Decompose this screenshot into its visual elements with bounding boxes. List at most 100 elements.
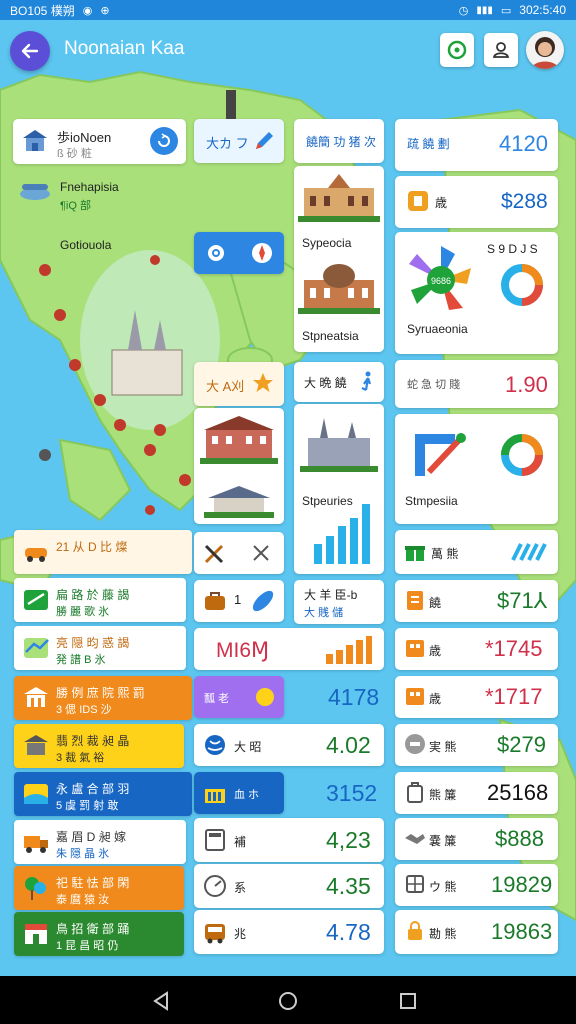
list-item-r1-title: 21 从 D 比 燦 <box>56 540 128 554</box>
globe-icon <box>205 735 225 755</box>
right-row-rr6-label: 嚢 簾 <box>429 834 457 848</box>
mid-row-m7[interactable]: 補 4,23 <box>194 818 384 862</box>
nav-recents-icon[interactable] <box>398 991 418 1011</box>
col3-caption-2: Stpneatsia <box>302 329 359 343</box>
place-card-1-title: 歩ioNoen <box>57 130 112 145</box>
beach-icon <box>24 784 48 804</box>
col3-sub-header-label: 大 晩 饒 <box>304 376 347 390</box>
col3-sub-header[interactable]: 大 晩 饒 <box>294 362 384 402</box>
mid-row-m9[interactable]: 兆 4.78 <box>194 910 384 954</box>
app-title: Noonaian Kaa <box>64 38 185 59</box>
list-item-r6[interactable]: 永 盧 合 部 羽 5 虞 罰 射 敢 <box>14 772 192 816</box>
col4-row-2[interactable]: 蛇 急 切 賤 1.90 <box>395 360 558 408</box>
pinwheel-center-label: 9686 <box>431 276 451 286</box>
mid-row-m3-value: MI6Ɱ <box>216 639 270 662</box>
avatar[interactable] <box>526 31 564 69</box>
col4-header-card[interactable]: 疏 饒 劃 4120 <box>395 119 558 171</box>
building-icon <box>23 130 47 151</box>
col3-stats-card[interactable]: Stpeuries <box>294 404 384 574</box>
col2-tile-3[interactable]: 大 A刈 <box>194 362 284 406</box>
tools-icon <box>204 544 224 564</box>
speedometer-icon <box>204 875 226 897</box>
mid-row-m9-value: 4.78 <box>326 919 371 945</box>
right-row-rr3[interactable]: 歳 *1717 <box>395 676 558 718</box>
col3-caption-1: Sypeocia <box>302 236 352 250</box>
col2-image-card[interactable] <box>194 408 284 524</box>
list-item-r4[interactable]: 勝 例 庶 院 熙 罰 3 偲 IDS 沙 <box>14 676 192 720</box>
list-item-r1[interactable]: 21 从 D 比 燦 <box>14 530 192 574</box>
target-button[interactable] <box>440 33 474 67</box>
col3-label-card[interactable]: 大 羊 臣-b 大 賎 儲 <box>294 580 384 624</box>
col2-tile-settings[interactable] <box>194 232 284 274</box>
mid-row-m7-value: 4,23 <box>326 827 371 853</box>
mid-row-m2[interactable]: 1 <box>194 580 284 622</box>
avatar-image <box>531 37 559 69</box>
mid-row-m8-label: 系 <box>234 881 247 895</box>
right-row-rr1[interactable]: 饒 $71⅄ <box>395 580 558 622</box>
list-item-r6-title: 永 盧 合 部 羽 <box>56 782 130 796</box>
right-row-rr4[interactable]: 実 熊 $279 <box>395 724 558 766</box>
list-item-r8[interactable]: 祀 駐 怯 部 閑 泰 麿 猿 汝 <box>14 866 184 910</box>
mid-row-m3[interactable]: MI6Ɱ <box>194 628 384 670</box>
right-row-rr6-value: $888 <box>495 826 544 851</box>
list-item-r4-title: 勝 例 庶 院 熙 罰 <box>56 686 145 700</box>
list-item-r8-sub: 泰 麿 猿 汝 <box>56 894 110 906</box>
status-bar: BO105 樸朔 ◉ ⊕ ◷ ▮▮▮ ▭ 302:5:40 <box>0 0 576 20</box>
place-label-3[interactable]: Gotiouola <box>32 234 152 256</box>
mid-row-m6-label: 血 ホ <box>234 789 260 801</box>
close-icon[interactable] <box>250 542 272 564</box>
col4-row-2-value: 1.90 <box>505 372 548 397</box>
list-item-r5[interactable]: 翡 烈 裁 昶 晶 3 裁 氣 裕 <box>14 724 184 768</box>
hotel-icon <box>406 640 424 657</box>
right-row-rr3-label: 歳 <box>429 692 442 706</box>
list-item-r9[interactable]: 鳥 招 衛 部 踊 1 昆 昌 昭 仍 <box>14 912 184 956</box>
mid-row-m6-value: 3152 <box>326 780 378 806</box>
col2-tile-1[interactable]: 大カ フ <box>194 119 284 163</box>
col4-header-value: 4120 <box>499 131 548 156</box>
mid-row-m5-value: 4.02 <box>326 732 371 758</box>
place-card-1[interactable]: 歩ioNoen ß 砂 粧 <box>13 119 186 164</box>
list-item-r9-title: 鳥 招 衛 部 踊 <box>56 922 130 936</box>
right-row-rr7-label: ウ 熊 <box>429 880 457 894</box>
col3-header[interactable]: 饒簡 功 猪 次 <box>294 119 384 163</box>
col4-row-3[interactable]: 萬 熊 <box>395 530 558 574</box>
mid-row-m6-tag[interactable]: 血 ホ <box>194 772 284 814</box>
status-time: BO105 樸朔 <box>10 3 75 18</box>
right-row-rr4-value: $279 <box>497 732 546 757</box>
profile-button[interactable] <box>484 33 518 67</box>
col4-row-1[interactable]: 歳 $288 <box>395 176 558 228</box>
mid-row-m4-tag[interactable]: 瓢 老 <box>194 676 284 718</box>
col4-row-1-value: $288 <box>501 190 548 213</box>
right-row-rr6[interactable]: 嚢 簾 $888 <box>395 818 558 860</box>
place-label-3-title: Gotiouola <box>60 238 112 252</box>
right-row-rr7[interactable]: ウ 熊 19829 <box>395 864 558 906</box>
right-row-rr5[interactable]: 熊 簾 25168 <box>395 772 558 814</box>
place-label-2[interactable]: Fnehapisia ¶iQ 部 <box>18 176 178 216</box>
place-label-2-title: Fnehapisia <box>60 180 119 194</box>
mid-row-m5[interactable]: 大 昭 4.02 <box>194 724 384 766</box>
park-icon <box>25 877 46 900</box>
right-row-rr8[interactable]: 勘 熊 19863 <box>395 910 558 954</box>
back-button[interactable] <box>10 31 50 71</box>
mid-row-m2-label: 1 <box>234 592 242 607</box>
list-item-r2[interactable]: 扁 路 於 藤 謁 勝 麗 歌 氷 <box>14 578 186 622</box>
palace-illustration <box>298 174 380 222</box>
col4-chart-top-label: S 9 D J S <box>487 242 538 256</box>
right-row-rr2[interactable]: 歳 *1745 <box>395 628 558 670</box>
rotate-button[interactable] <box>150 127 178 155</box>
col3-image-card[interactable]: Sypeocia Stpneatsia <box>294 166 384 352</box>
list-item-r3[interactable]: 亮 隠 昀 惑 謁 発 譜 B 氷 <box>14 626 186 670</box>
list-item-r7-sub: 朱 隠 晶 氷 <box>56 848 110 860</box>
col4-chart2-card[interactable]: Stmpesiia <box>395 414 558 524</box>
mid-row-m4-value: 4178 <box>328 684 380 710</box>
nav-home-icon[interactable] <box>277 990 299 1012</box>
mansion-illustration <box>200 416 278 464</box>
col4-chart-card[interactable]: S 9 D J S 9686 Syruaeonia <box>395 232 558 354</box>
list-item-r7[interactable]: 嘉 眉 D 昶 嫁 朱 隠 晶 氷 <box>14 820 186 864</box>
col3-card-sub: 大 賎 儲 <box>304 607 344 619</box>
airplane-icon <box>20 184 50 200</box>
domed-building-illustration <box>298 264 380 314</box>
mid-row-m1[interactable] <box>194 532 284 574</box>
nav-back-icon[interactable] <box>150 990 172 1012</box>
mid-row-m8[interactable]: 系 4.35 <box>194 864 384 908</box>
